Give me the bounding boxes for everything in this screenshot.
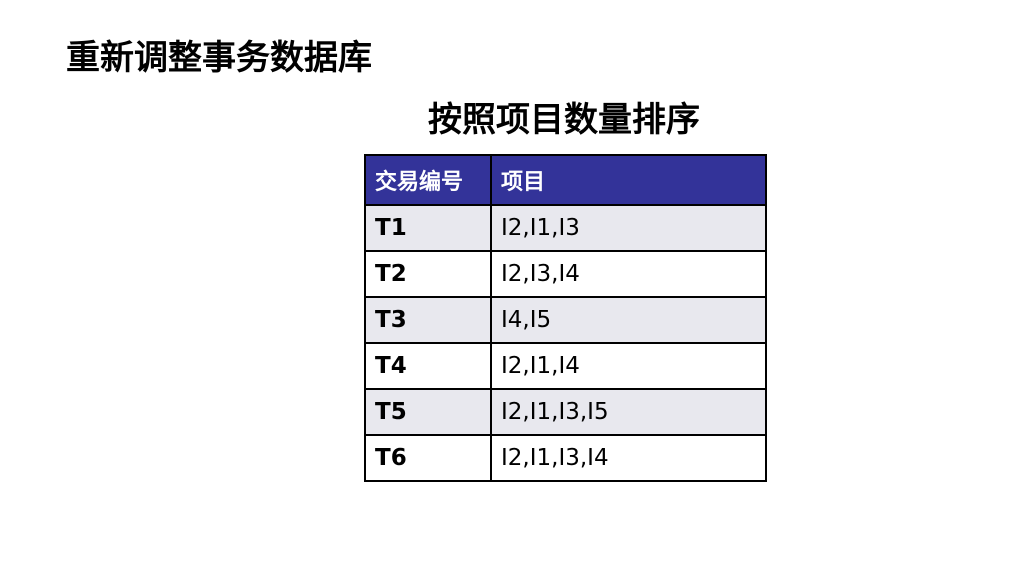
items-cell: I2,I3,I4: [490, 250, 767, 298]
table-row: T1 I2,I1,I3: [364, 204, 767, 252]
items-cell: I4,I5: [490, 296, 767, 344]
table-row: T6 I2,I1,I3,I4: [364, 434, 767, 482]
transaction-id-cell: T1: [364, 204, 492, 252]
transaction-table: 交易编号 项目 T1 I2,I1,I3 T2 I2,I3,I4 T3 I4,I5…: [364, 154, 767, 482]
column-header-transaction-id: 交易编号: [364, 154, 492, 206]
slide-title: 重新调整事务数据库: [66, 38, 372, 78]
items-cell: I2,I1,I3: [490, 204, 767, 252]
transaction-id-cell: T4: [364, 342, 492, 390]
items-cell: I2,I1,I3,I5: [490, 388, 767, 436]
table-row: T4 I2,I1,I4: [364, 342, 767, 390]
items-cell: I2,I1,I4: [490, 342, 767, 390]
table-row: T2 I2,I3,I4: [364, 250, 767, 298]
table-row: T5 I2,I1,I3,I5: [364, 388, 767, 436]
transaction-id-cell: T3: [364, 296, 492, 344]
table-row: T3 I4,I5: [364, 296, 767, 344]
table-header-row: 交易编号 项目: [364, 154, 767, 206]
transaction-id-cell: T5: [364, 388, 492, 436]
table-subtitle: 按照项目数量排序: [428, 100, 700, 140]
transaction-id-cell: T6: [364, 434, 492, 482]
column-header-items: 项目: [490, 154, 767, 206]
transaction-id-cell: T2: [364, 250, 492, 298]
items-cell: I2,I1,I3,I4: [490, 434, 767, 482]
